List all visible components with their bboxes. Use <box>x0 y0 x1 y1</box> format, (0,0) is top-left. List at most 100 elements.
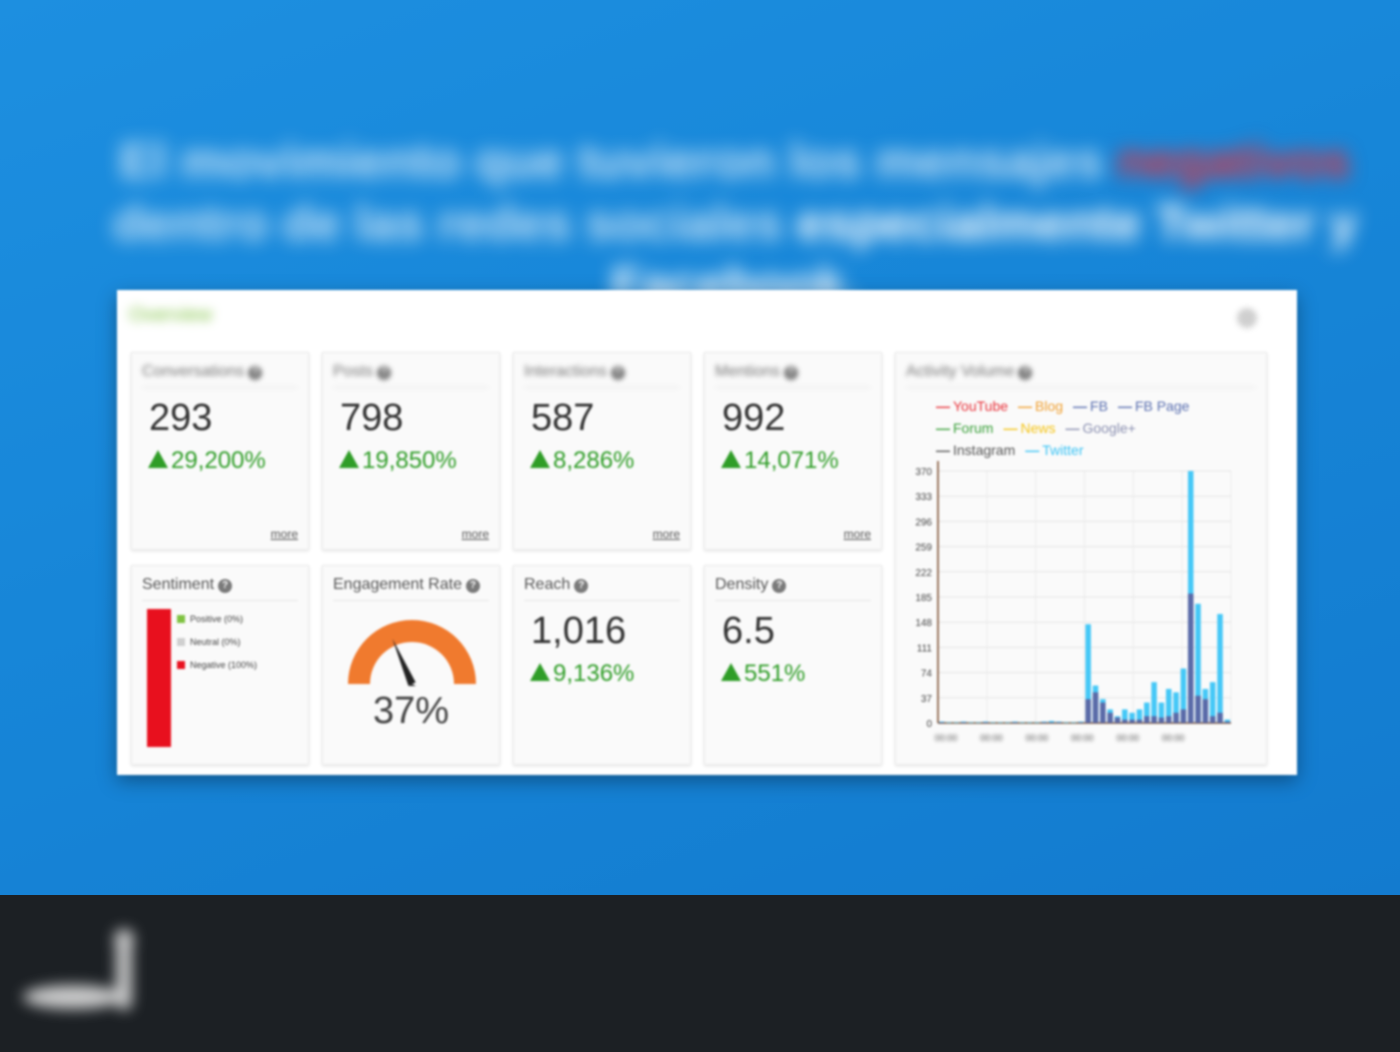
engagement-card: Engagement Rate? 37% <box>322 565 500 765</box>
bar-fb <box>1012 722 1018 723</box>
headline-text-2: dentro de las redes sociales <box>112 195 797 251</box>
density-value: 6.5 <box>722 610 775 652</box>
legend-dash: — <box>936 442 950 458</box>
kpi-delta: 29,200% <box>148 447 266 475</box>
legend-item-youtube[interactable]: — YouTube <box>936 398 1008 414</box>
dashboard-panel: Overview Conversations? 293 29,200% more… <box>117 290 1297 775</box>
kpi-label: Mentions <box>715 363 780 380</box>
headline-negative-word: negativos <box>1117 133 1351 189</box>
kpi-value: 992 <box>722 397 786 439</box>
bar-twitter <box>990 722 996 723</box>
bar-fb <box>1100 702 1106 723</box>
help-icon[interactable]: ? <box>377 366 392 380</box>
bar-fb <box>1151 716 1157 723</box>
up-arrow-icon <box>530 450 550 468</box>
bar-fb <box>1136 719 1143 723</box>
legend-swatch <box>177 615 185 623</box>
legend-text: Neutral (0%) <box>190 637 241 647</box>
legend-label: Twitter <box>1042 442 1084 458</box>
bar-fb <box>1165 716 1172 723</box>
legend-item-fb[interactable]: — FB <box>1073 398 1108 414</box>
legend-label: Blog <box>1035 398 1064 414</box>
kpi-card-header: Conversations? <box>142 363 298 388</box>
legend-item-twitter[interactable]: — Twitter <box>1025 442 1083 458</box>
legend-item-instagram[interactable]: — Instagram <box>936 442 1015 458</box>
up-arrow-icon <box>721 663 741 681</box>
help-icon[interactable]: ? <box>1018 366 1033 380</box>
bar-fb <box>1107 712 1113 723</box>
bar-twitter <box>946 722 952 723</box>
y-tick-label: 370 <box>915 467 932 478</box>
legend-item-forum[interactable]: — Forum <box>936 420 993 436</box>
bar-twitter <box>1034 722 1040 723</box>
legend-negative: Negative (100%) <box>177 660 257 683</box>
activity-volume-header: Activity Volume? <box>906 363 1256 388</box>
legend-dash: — <box>1117 398 1132 414</box>
density-delta: 551% <box>721 660 805 688</box>
help-icon[interactable]: ? <box>465 579 480 593</box>
help-icon[interactable]: ? <box>574 579 589 593</box>
engagement-label: Engagement Rate <box>333 576 462 593</box>
gauge-needle-shape <box>392 638 416 686</box>
chart-legend: — YouTube — Blog — FB — FB Page — Forum — News — Goog… <box>936 395 1236 461</box>
gauge-arc <box>348 620 476 684</box>
help-icon[interactable]: ? <box>610 366 625 380</box>
bar-fb <box>1114 717 1121 723</box>
legend-item-blog[interactable]: — Blog <box>1018 398 1063 414</box>
density-card: Density? 6.5 551% <box>704 565 882 765</box>
y-tick-label: 148 <box>915 618 932 629</box>
kpi-delta: 19,850% <box>339 447 457 475</box>
activity-volume-card: Activity Volume? — YouTube — Blog — FB — FB Pag… <box>895 352 1267 765</box>
headline-text-1: El movimiento que tuvieron los mensajes <box>119 133 1118 189</box>
activity-volume-chart: 0 37 74 111 148 185 222 259 296 333 370 00:00 00:00 0… <box>915 461 1232 743</box>
help-icon[interactable]: ? <box>772 579 787 593</box>
bar-fb <box>1129 719 1135 723</box>
up-arrow-icon <box>721 450 741 468</box>
more-link[interactable]: more <box>844 527 871 541</box>
bar-twitter <box>1019 722 1025 723</box>
legend-dash: — <box>1003 420 1018 436</box>
more-link[interactable]: more <box>462 527 489 541</box>
up-arrow-icon <box>148 450 168 468</box>
x-tick-label: 00:00 <box>1071 733 1094 743</box>
bar-twitter <box>1026 722 1033 723</box>
bar-fb <box>938 722 945 723</box>
bar-fb <box>960 722 967 723</box>
help-icon[interactable]: ? <box>218 579 233 593</box>
bar-twitter <box>953 722 960 723</box>
kpi-label: Interactions <box>524 363 607 380</box>
kpi-value: 587 <box>531 397 595 439</box>
kpi-card-header: Posts? <box>333 363 489 388</box>
kpi-delta-value: 29,200% <box>171 447 266 474</box>
legend-item-google-[interactable]: — Google+ <box>1065 420 1135 436</box>
y-tick-label: 74 <box>921 669 933 680</box>
density-label: Density <box>715 576 769 593</box>
kpi-delta-value: 19,850% <box>362 447 457 474</box>
chart-title: Activity Volume <box>906 363 1015 380</box>
footer-bar <box>0 895 1400 1052</box>
help-icon[interactable]: ? <box>783 366 798 380</box>
legend-item-news[interactable]: — News <box>1003 420 1055 436</box>
legend-label: YouTube <box>953 398 1009 414</box>
bar-fb <box>1158 717 1165 723</box>
bar-twitter <box>997 722 1004 723</box>
help-icon[interactable]: ? <box>248 366 263 380</box>
bar-twitter <box>1070 722 1077 723</box>
bar-fb <box>1122 719 1128 723</box>
bar-fb <box>1056 722 1062 723</box>
kpi-delta: 8,286% <box>530 447 634 475</box>
bar-fb <box>1180 709 1187 723</box>
bar-twitter <box>1004 722 1011 723</box>
legend-dash: — <box>1025 442 1040 458</box>
kpi-label: Conversations <box>142 363 245 380</box>
y-tick-label: 111 <box>917 643 933 654</box>
panel-close-icon[interactable] <box>1237 308 1257 328</box>
kpi-delta: 14,071% <box>721 447 839 475</box>
more-link[interactable]: more <box>271 527 298 541</box>
legend-item-fb-page[interactable]: — FB Page <box>1118 398 1189 414</box>
kpi-delta-value: 8,286% <box>553 447 635 474</box>
legend-text: Positive (0%) <box>190 614 244 624</box>
kpi-card-header: Mentions? <box>715 363 871 388</box>
legend-swatch <box>177 661 185 669</box>
more-link[interactable]: more <box>653 527 680 541</box>
